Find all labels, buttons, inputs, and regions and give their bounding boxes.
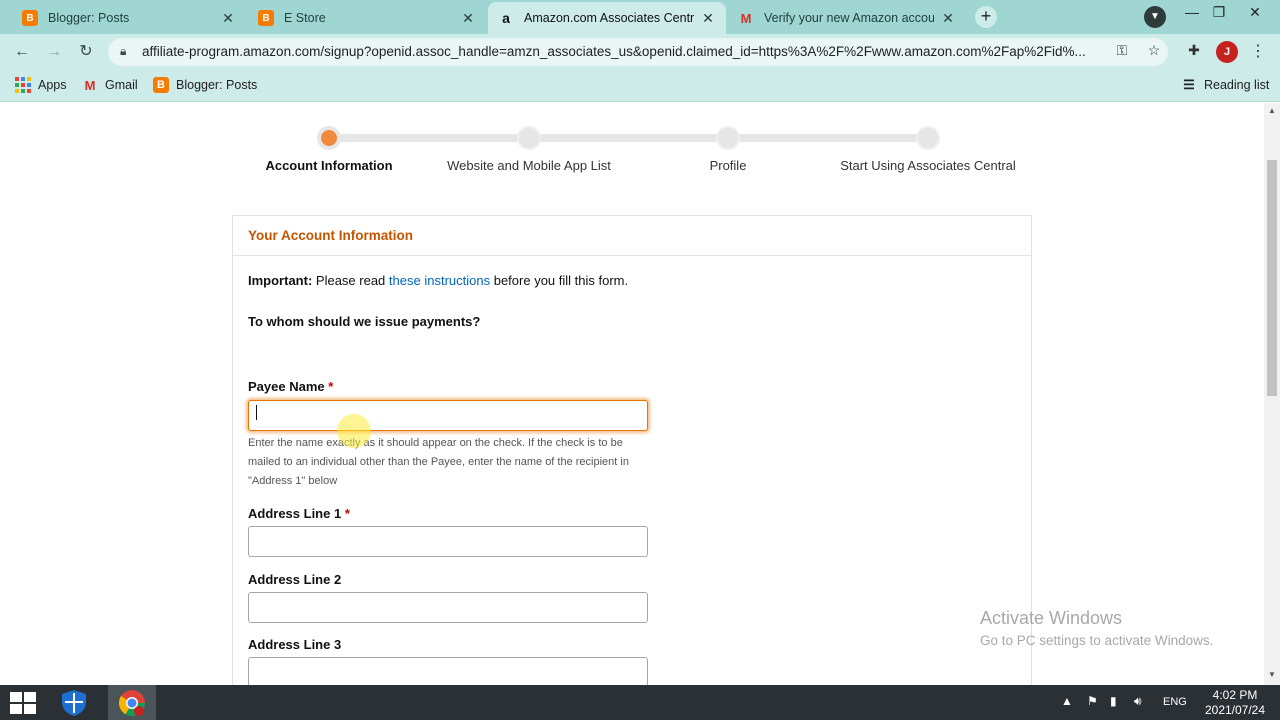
chrome-icon (118, 690, 146, 717)
reading-list-label: Reading list (1204, 78, 1270, 92)
flag-icon[interactable]: ⚑ (1087, 694, 1098, 708)
clock-time: 4:02 PM (1212, 688, 1258, 702)
close-icon[interactable]: ✕ (700, 10, 716, 27)
url-text[interactable]: affiliate-program.amazon.com/signup?open… (142, 44, 1097, 59)
minimize-icon[interactable]: — (1177, 4, 1207, 20)
taskbar-clock[interactable]: 4:02 PM 2021/07/24 (1196, 688, 1274, 718)
apps-grid-icon (15, 77, 31, 93)
network-icon[interactable]: ▮ (1110, 694, 1117, 708)
avatar[interactable]: J (1216, 41, 1238, 63)
instructions-link[interactable]: these instructions (389, 273, 490, 288)
address-line-1-label-text: Address Line 1 (248, 506, 342, 521)
bookmarks-bar: Apps M Gmail B Blogger: Posts ☰ Reading … (0, 70, 1280, 102)
payee-name-input[interactable] (248, 400, 648, 431)
star-icon[interactable]: ☆ (1143, 42, 1165, 59)
close-icon[interactable]: ✕ (460, 10, 476, 27)
tab-e-store[interactable]: B E Store ✕ (248, 2, 486, 34)
bookmark-gmail[interactable]: M Gmail (82, 77, 138, 93)
address-line-3-label: Address Line 3 (248, 637, 342, 652)
step-label-account-information: Account Information (265, 158, 393, 173)
amazon-icon: a (502, 10, 510, 26)
clock-date: 2021/07/24 (1204, 703, 1266, 717)
language-indicator[interactable]: ENG (1163, 696, 1187, 708)
step-dot-start-using (916, 126, 940, 150)
gmail-icon: M (84, 77, 96, 93)
bookmark-label: Blogger: Posts (176, 78, 258, 92)
blogger-icon: B (258, 10, 274, 26)
tab-gmail-verify[interactable]: M Verify your new Amazon account ✕ (728, 2, 966, 34)
address-line-1-label: Address Line 1 * (248, 506, 350, 521)
address-line-1-input[interactable] (248, 526, 648, 557)
important-label: Important: (248, 273, 313, 288)
blogger-icon: B (153, 77, 169, 93)
address-line-2-input[interactable] (248, 592, 648, 623)
tab-blogger-posts[interactable]: B Blogger: Posts ✕ (12, 2, 246, 34)
watermark-line-2: Go to PC settings to activate Windows. (980, 633, 1214, 648)
section-title: Your Account Information (233, 216, 1031, 256)
important-pre: Please read (315, 273, 386, 288)
bookmark-label: Gmail (105, 78, 138, 92)
close-icon[interactable]: ✕ (220, 10, 236, 27)
payment-question: To whom should we issue payments? (248, 314, 481, 329)
bookmark-apps[interactable]: Apps (15, 77, 67, 93)
scroll-up-icon[interactable]: ▲ (1266, 106, 1278, 115)
windows-start-icon[interactable] (9, 691, 37, 715)
page-content: Account Information Website and Mobile A… (0, 103, 1264, 685)
important-notice: Important: Please read these instruction… (248, 273, 628, 288)
tab-title: E Store (284, 11, 326, 25)
step-label-start-using: Start Using Associates Central (840, 158, 1016, 173)
activate-windows-watermark: Activate Windows Go to PC settings to ac… (980, 608, 1213, 648)
show-hidden-icons[interactable]: ▲ (1061, 694, 1073, 708)
required-mark: * (344, 506, 350, 521)
new-tab-button[interactable]: + (975, 6, 997, 28)
close-icon[interactable]: ✕ (940, 10, 956, 27)
key-icon[interactable]: ⚿ (1111, 42, 1133, 59)
text-caret (256, 405, 257, 420)
back-icon[interactable]: ← (11, 41, 33, 63)
reading-list-icon: ☰ (1183, 77, 1195, 92)
mouse-cursor-highlight (337, 414, 371, 448)
required-mark: * (328, 379, 334, 394)
payee-name-label: Payee Name * (248, 379, 333, 394)
scrollbar-thumb[interactable] (1267, 160, 1277, 396)
restore-icon[interactable]: ❐ (1204, 4, 1234, 21)
important-post: before you fill this form. (493, 273, 629, 288)
payee-name-label-text: Payee Name (248, 379, 325, 394)
scroll-down-icon[interactable]: ▼ (1266, 670, 1278, 679)
step-dot-account-information (317, 126, 341, 150)
progress-track (329, 134, 928, 142)
watermark-line-1: Activate Windows (980, 608, 1123, 628)
forward-icon[interactable]: → (43, 41, 65, 63)
bookmark-blogger-posts[interactable]: B Blogger: Posts (153, 77, 257, 93)
window-close-icon[interactable]: ✕ (1240, 4, 1270, 21)
step-label-profile: Profile (709, 158, 747, 173)
reading-list[interactable]: ☰ Reading list (1181, 77, 1269, 93)
tab-search-icon[interactable]: ▼ (1144, 6, 1166, 28)
step-dot-website-list (517, 126, 541, 150)
reload-icon[interactable]: ↻ (75, 41, 97, 63)
tab-title: Blogger: Posts (48, 11, 130, 25)
tab-amazon-associates[interactable]: a Amazon.com Associates Central ✕ (488, 2, 726, 34)
tab-strip: B Blogger: Posts ✕ B E Store ✕ a Amazon.… (0, 0, 1280, 34)
address-line-2-label: Address Line 2 (248, 572, 342, 587)
volume-icon[interactable]: 🔊︎ (1134, 694, 1142, 709)
shield-icon[interactable] (59, 688, 89, 718)
tab-title: Verify your new Amazon account (764, 11, 934, 25)
extensions-icon[interactable]: ✚ (1183, 42, 1205, 59)
lock-icon: 🔒︎ (120, 44, 127, 58)
account-info-panel: Your Account Information Important: Plea… (232, 215, 1032, 685)
step-label-website-list: Website and Mobile App List (447, 158, 611, 173)
menu-icon[interactable]: ⋮ (1250, 41, 1266, 61)
address-line-3-input[interactable] (248, 657, 648, 685)
gmail-icon: M (740, 10, 752, 26)
payee-name-help: Enter the name exactly as it should appe… (248, 437, 629, 487)
tab-title: Amazon.com Associates Central (524, 11, 694, 25)
blogger-icon: B (22, 10, 38, 26)
step-dot-profile (716, 126, 740, 150)
bookmark-label: Apps (38, 78, 67, 92)
